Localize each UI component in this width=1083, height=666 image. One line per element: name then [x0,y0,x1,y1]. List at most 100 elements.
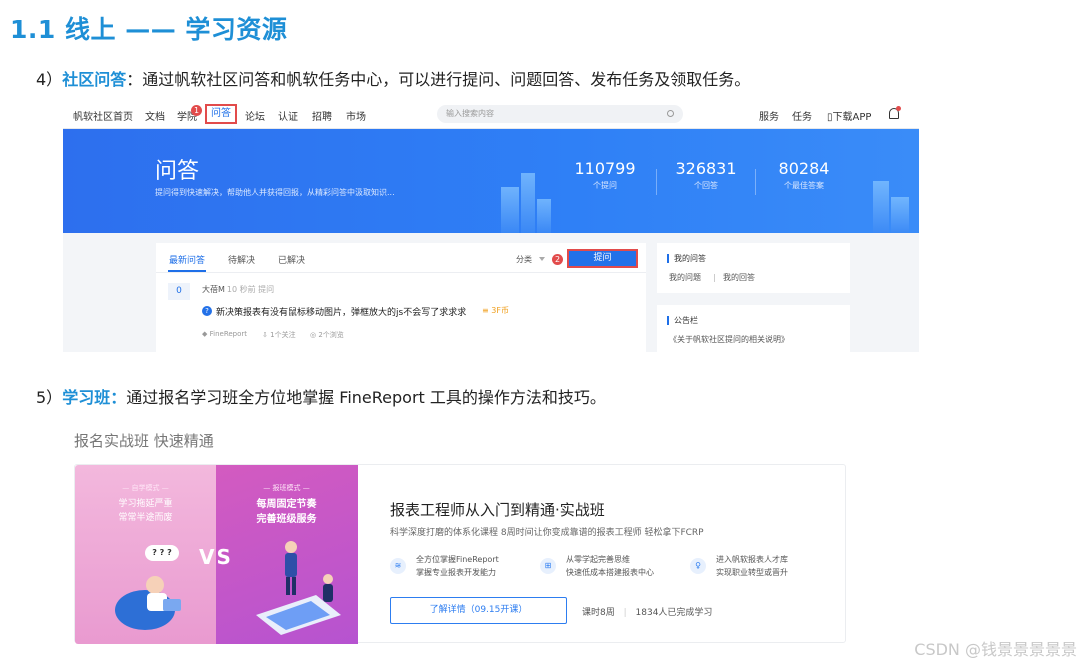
question-marks-bubble: ? ? ? [145,545,179,561]
nav-qa[interactable]: 问答 [205,104,237,124]
slide-title: 1.1 线上 —— 学习资源 [10,15,288,44]
stat-divider [656,169,657,195]
ask-question-button[interactable]: 提问 [567,249,638,268]
nav-task[interactable]: 任务 [792,108,812,123]
notice-card: 公告栏 《关于帆软社区提问的相关说明》 [657,305,850,352]
community-qa-screenshot: 帆软社区首页 文档 学院 1 问答 论坛 认证 招聘 市场 输入搜索内容 服务 … [63,100,919,352]
tab-solved[interactable]: 已解决 [278,253,305,266]
my-qa-title: 我的问答 [667,254,706,263]
item5-highlight: 学习班： [62,388,127,407]
my-questions-link[interactable]: 我的问题 [669,272,701,283]
feature-3: 进入帆软报表人才库 实现职业转型或晋升 [716,555,788,577]
decor-block [537,199,551,233]
stat-divider [755,169,756,195]
item4-text: ：通过帆软社区问答和帆软任务中心，可以进行提问、问题回答、发布任务及领取任务。 [126,70,751,89]
stat-best: 80284 个最佳答案 [764,159,844,191]
notification-dot [896,106,901,111]
nav-certification[interactable]: 认证 [278,108,298,123]
nav-docs[interactable]: 文档 [145,108,165,123]
nav-jobs[interactable]: 招聘 [312,108,332,123]
step-badge-1: 1 [191,105,202,116]
notice-title: 公告栏 [667,316,698,325]
tab-latest[interactable]: 最新问答 [169,253,205,266]
study-class-screenshot: 报名实战班 快速精通 — 自学模式 — 学习拖延严重 常常半途而废 ? ? ? … [40,410,1083,666]
nav-forum[interactable]: 论坛 [245,108,265,123]
layers-icon: ≋ [390,558,406,574]
course-detail-button[interactable]: 了解详情（09.15开课） [390,597,567,624]
feature-1: 全方位掌握FineReport 掌握专业报表开发能力 [416,555,499,577]
item4-description: 4）社区问答：通过帆软社区问答和帆软任务中心，可以进行提问、问题回答、发布任务及… [36,66,750,90]
course-title[interactable]: 报表工程师从入门到精通·实战班 [390,499,605,520]
decor-block [501,187,519,233]
stat-best-label: 个最佳答案 [784,181,824,190]
search-placeholder: 输入搜索内容 [446,109,494,118]
stat-questions-label: 个提问 [593,181,617,190]
nav-service[interactable]: 服务 [759,108,779,123]
follow-count: ⇩ 1个关注 [262,331,296,339]
ask-time: 10 秒前 提问 [226,285,275,294]
feature-2: 从零学起完善思维 快速低成本搭建报表中心 [566,555,654,577]
notice-link[interactable]: 《关于帆软社区提问的相关说明》 [669,334,789,345]
link-divider [714,274,715,282]
class-mode-text: 每周固定节奏 完善班级服务 [256,499,317,525]
carousel-indicator[interactable] [171,636,267,638]
student-illustration [115,576,181,630]
self-study-panel: — 自学模式 — 学习拖延严重 常常半途而废 ? ? ? [75,465,216,644]
item5-number: 5） [36,388,63,407]
my-qa-card: 我的问答 我的问题 我的回答 [657,243,850,293]
question-list-panel: 最新问答 待解决 已解决 分类 2 提问 0 大蓓M 10 秒前 提问 ? 新决策… [156,243,646,352]
decor-block [873,181,889,233]
nav-market[interactable]: 市场 [346,108,366,123]
follow-icon: ⇩ [262,331,268,339]
tab-pending[interactable]: 待解决 [228,253,255,266]
class-mode-panel: — 报班模式 — 每周固定节奏 完善班级服务 [216,465,358,644]
people-illustration [256,541,341,635]
question-asker: 大蓓M 10 秒前 提问 [202,284,274,295]
promo-banner: — 自学模式 — 学习拖延严重 常常半途而废 ? ? ? — 报班模式 — 每周… [75,465,358,644]
category-select[interactable]: 分类 [516,254,532,265]
view-count: ◎ 2个浏览 [310,331,344,339]
eye-icon: ◎ [310,331,317,339]
item4-number: 4） [36,70,63,89]
search-icon[interactable] [667,110,674,117]
class-mode-tag: — 报班模式 — [263,484,310,492]
section-title: 报名实战班 快速精通 [74,432,214,450]
answer-count: 0 [168,283,190,300]
my-answers-link[interactable]: 我的回答 [723,272,755,283]
coin-icon: ≡ [482,306,489,315]
item5-text: 通过报名学习班全方位地掌握 FineReport 工具的操作方法和技巧。 [126,388,606,407]
stat-answers-value: 326831 [675,159,737,178]
stat-questions: 110799 个提问 [565,159,645,191]
chip-icon: ⊞ [540,558,556,574]
asker-name[interactable]: 大蓓M [202,285,225,294]
stat-answers: 326831 个回答 [666,159,746,191]
course-duration: 课时8周 [582,608,615,618]
question-tag[interactable]: ◆ FineReport [202,330,247,338]
course-meta: 课时8周 | 1834人已完成学习 [582,605,712,618]
course-completed: 1834人已完成学习 [635,608,713,618]
reward-badge: ≡ 3F币 [482,306,509,315]
stat-questions-value: 110799 [574,159,636,178]
nav-download-app[interactable]: ▯下载APP [827,108,871,123]
decor-block [891,197,909,233]
tab-divider [156,272,646,273]
search-input[interactable]: 输入搜索内容 [437,105,683,123]
self-study-text: 学习拖延严重 常常半途而废 [118,499,173,523]
lightbulb-icon: ♀ [690,558,706,574]
chevron-down-icon [539,257,545,261]
qa-banner: 问答 提问得到快速解决，帮助他人并获得回报，从精彩问答中汲取知识... 1107… [63,129,919,233]
tag-icon: ◆ [202,330,208,338]
question-title[interactable]: 新决策报表有没有鼠标移动图片，弹框放大的js不会写了求求求 [216,305,466,318]
banner-subtitle: 提问得到快速解决，帮助他人并获得回报，从精彩问答中汲取知识... [155,188,395,197]
top-nav: 帆软社区首页 文档 学院 1 问答 论坛 认证 招聘 市场 输入搜索内容 服务 … [63,100,919,129]
nav-home[interactable]: 帆软社区首页 [73,108,133,123]
watermark: CSDN @钱景景景景景 [914,640,1077,659]
question-icon: ? [202,306,212,316]
item4-highlight: 社区问答 [62,70,127,89]
vs-label: VS [199,545,233,569]
course-card[interactable]: — 自学模式 — 学习拖延严重 常常半途而废 ? ? ? — 报班模式 — 每周… [74,464,846,644]
step-badge-2: 2 [552,254,563,265]
self-study-tag: — 自学模式 — [122,484,169,492]
stat-answers-label: 个回答 [694,181,718,190]
meta-divider: | [623,608,627,618]
